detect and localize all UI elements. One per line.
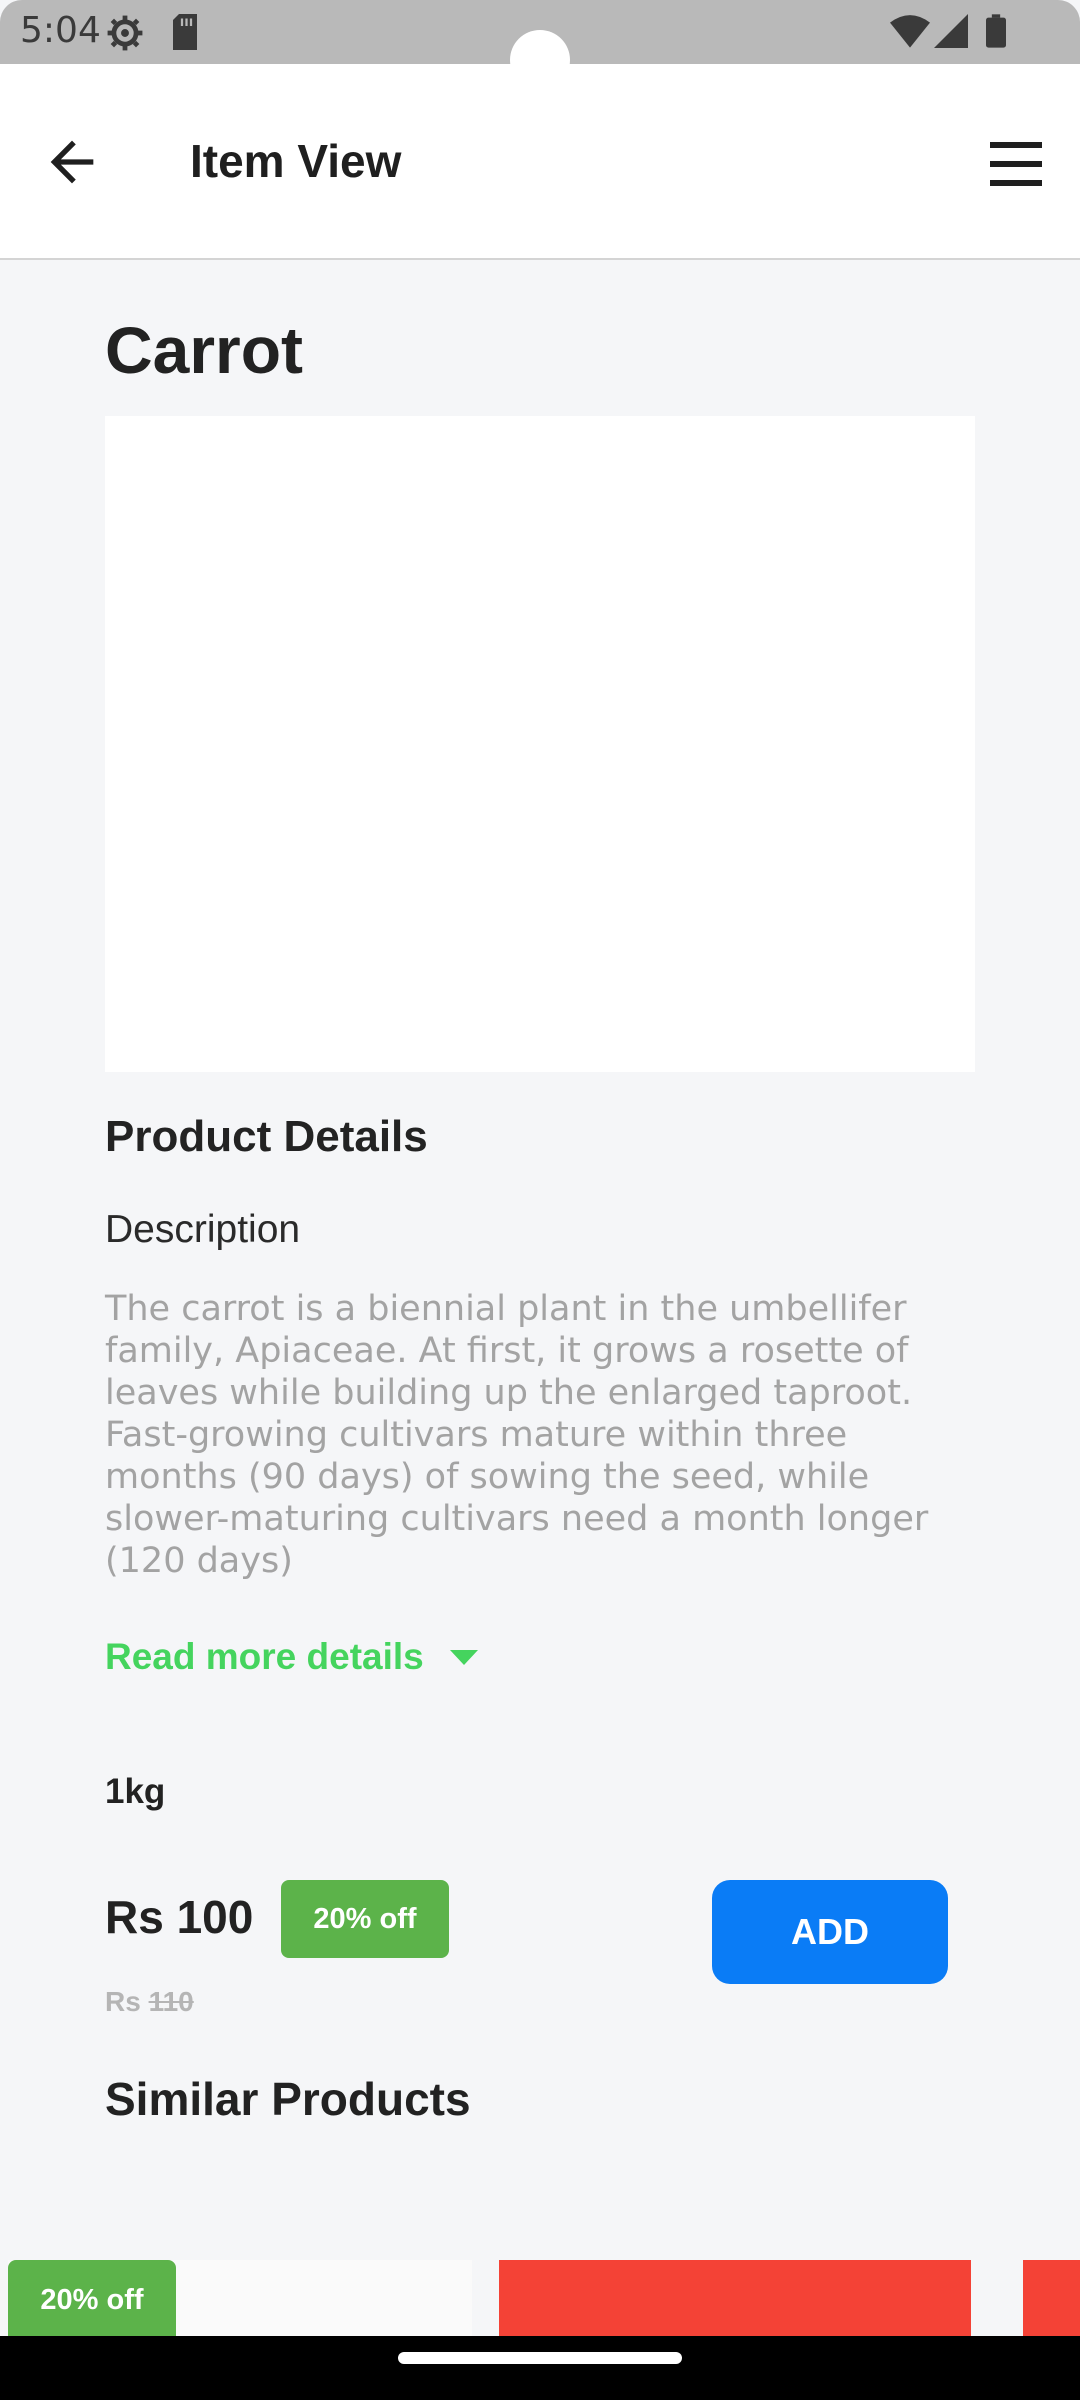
price: Rs 100 bbox=[105, 1891, 254, 1943]
old-price-currency: Rs bbox=[105, 1986, 141, 2017]
add-to-cart-button[interactable]: ADD bbox=[712, 1880, 948, 1984]
battery-icon bbox=[986, 14, 1006, 53]
discount-badge: 20% off bbox=[281, 1880, 449, 1958]
similar-product-card[interactable] bbox=[499, 2260, 971, 2340]
description-label: Description bbox=[105, 1208, 301, 1251]
product-details-heading: Product Details bbox=[105, 1112, 428, 1161]
navigation-bar bbox=[0, 2336, 1080, 2400]
wifi-icon bbox=[890, 14, 930, 53]
signal-icon bbox=[934, 14, 968, 53]
screen: 5:04 Item View Carrot Product Details De… bbox=[0, 0, 1080, 2400]
discount-badge: 20% off bbox=[8, 2260, 176, 2340]
status-bar: 5:04 bbox=[0, 0, 1080, 90]
home-gesture-handle[interactable] bbox=[398, 2352, 682, 2364]
read-more-link[interactable]: Read more details bbox=[105, 1636, 478, 1678]
description-text: The carrot is a biennial plant in the um… bbox=[105, 1289, 929, 1581]
back-button[interactable] bbox=[40, 130, 104, 194]
product-image bbox=[105, 416, 975, 1072]
similar-product-card[interactable]: 20% off bbox=[8, 2260, 472, 2340]
app-bar: Item View bbox=[0, 64, 1080, 260]
similar-product-card[interactable] bbox=[1023, 2260, 1080, 2340]
chevron-down-icon bbox=[449, 1649, 478, 1665]
arrow-left-icon bbox=[50, 140, 94, 184]
similar-products-heading: Similar Products bbox=[105, 2073, 471, 2125]
menu-button[interactable] bbox=[986, 136, 1046, 192]
settings-icon bbox=[106, 14, 144, 57]
page-title: Item View bbox=[190, 135, 402, 187]
hamburger-menu-icon bbox=[990, 142, 1042, 186]
old-price: Rs 110 bbox=[105, 1986, 194, 2018]
product-title: Carrot bbox=[105, 313, 304, 387]
status-time: 5:04 bbox=[20, 10, 101, 51]
read-more-label: Read more details bbox=[105, 1636, 424, 1677]
old-price-value: 110 bbox=[148, 1986, 194, 2017]
weight-label: 1kg bbox=[105, 1772, 166, 1811]
sd-card-icon bbox=[170, 14, 200, 55]
